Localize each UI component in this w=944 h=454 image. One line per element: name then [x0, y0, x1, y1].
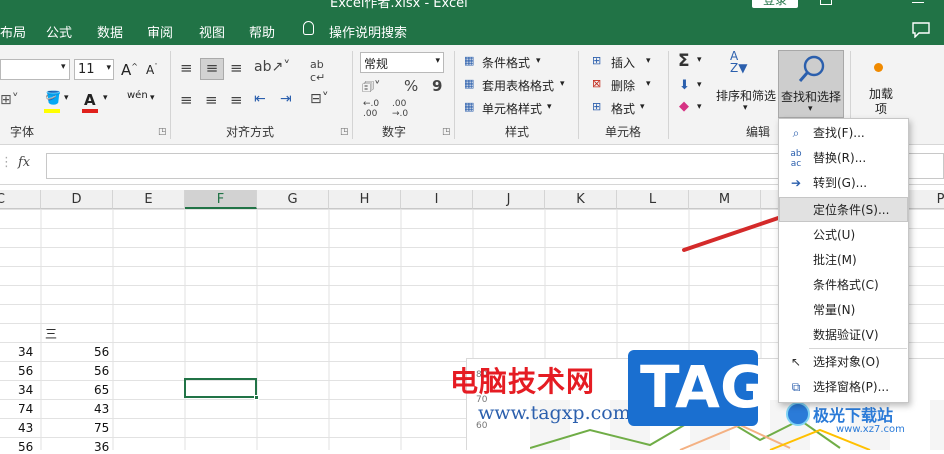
menu-item-constants[interactable]: 常量(N)	[779, 298, 908, 323]
menu-item-label: 替换(R)...	[813, 151, 867, 165]
menu-item-formulas[interactable]: 公式(U)	[779, 223, 908, 248]
arrow-right-icon: ➔	[790, 176, 802, 190]
search-icon: ⌕	[792, 126, 800, 140]
find-select-dropdown: ⌕ 查找(F)... ab ac 替换(R)... ➔ 转到(G)... 定位条件…	[778, 118, 909, 403]
selection-pane-icon: ⧉	[791, 380, 801, 394]
menu-divider	[809, 348, 907, 349]
menu-item-label: 批注(M)	[813, 253, 857, 267]
menu-item-find[interactable]: ⌕ 查找(F)...	[779, 121, 908, 146]
menu-item-data-validation[interactable]: 数据验证(V)	[779, 323, 908, 348]
menu-item-label: 条件格式(C)	[813, 278, 879, 292]
menu-item-goto[interactable]: ➔ 转到(G)...	[779, 171, 908, 196]
replace-icon: ab ac	[790, 149, 802, 169]
menu-item-goto-special[interactable]: 定位条件(S)...	[779, 197, 908, 222]
menu-item-label: 定位条件(S)...	[813, 203, 890, 217]
menu-item-conditional-format[interactable]: 条件格式(C)	[779, 273, 908, 298]
menu-item-label: 查找(F)...	[813, 126, 865, 140]
menu-item-label: 常量(N)	[813, 303, 856, 317]
cursor-icon: ↖	[790, 355, 802, 369]
menu-item-selection-pane[interactable]: ⧉ 选择窗格(P)...	[779, 375, 908, 400]
menu-item-replace[interactable]: ab ac 替换(R)...	[779, 146, 908, 171]
menu-item-label: 选择窗格(P)...	[813, 380, 890, 394]
menu-item-label: 转到(G)...	[813, 176, 868, 190]
menu-item-label: 选择对象(O)	[813, 355, 880, 369]
menu-item-comments[interactable]: 批注(M)	[779, 248, 908, 273]
menu-item-select-objects[interactable]: ↖ 选择对象(O)	[779, 350, 908, 375]
menu-item-label: 公式(U)	[813, 228, 856, 242]
menu-item-label: 数据验证(V)	[813, 328, 879, 342]
